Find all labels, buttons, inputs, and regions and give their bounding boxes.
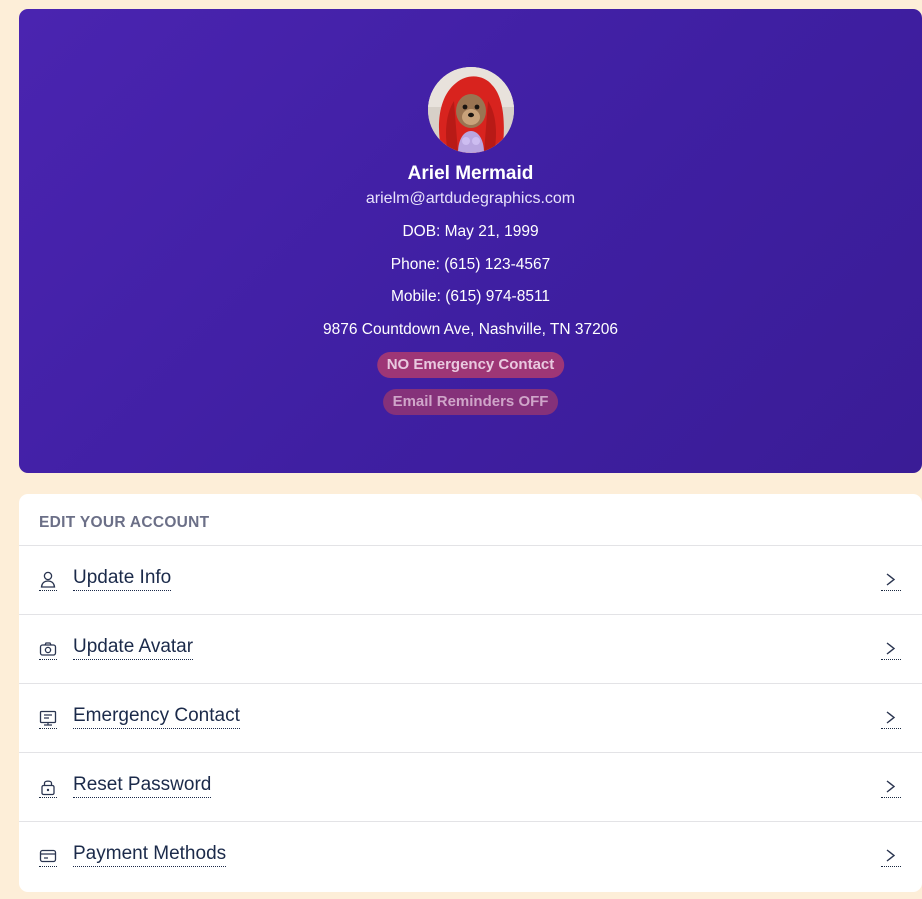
lock-icon — [39, 777, 57, 798]
section-title: EDIT YOUR ACCOUNT — [39, 514, 210, 531]
edit-account-card: EDIT YOUR ACCOUNT Update Info Update Ava… — [19, 494, 922, 892]
update-info-link[interactable]: Update Info — [73, 566, 172, 591]
email-reminders-badge: Email Reminders OFF — [382, 389, 559, 415]
profile-address: 9876 Countdown Ave, Nashville, TN 37206 — [323, 321, 618, 338]
chevron-right-icon — [881, 844, 901, 867]
emergency-contact-link[interactable]: Emergency Contact — [73, 704, 240, 729]
chevron-right-icon — [881, 775, 901, 798]
chevron-right-icon — [881, 706, 901, 729]
avatar-image — [428, 67, 514, 153]
avatar — [428, 67, 514, 153]
chevron-right-icon — [881, 568, 901, 591]
profile-card: Ariel Mermaid arielm@artdudegraphics.com… — [19, 9, 922, 473]
payment-methods-link[interactable]: Payment Methods — [73, 842, 227, 867]
update-info-row[interactable]: Update Info — [19, 545, 922, 614]
reset-password-row[interactable]: Reset Password — [19, 752, 922, 821]
emergency-contact-row[interactable]: Emergency Contact — [19, 683, 922, 752]
payment-methods-row[interactable]: Payment Methods — [19, 821, 922, 890]
camera-icon — [39, 639, 57, 660]
reset-password-link[interactable]: Reset Password — [73, 773, 212, 798]
emergency-contact-badge: NO Emergency Contact — [376, 352, 565, 378]
update-avatar-row[interactable]: Update Avatar — [19, 614, 922, 683]
chevron-right-icon — [881, 637, 901, 660]
profile-dob: DOB: May 21, 1999 — [402, 223, 539, 240]
profile-email: arielm@artdudegraphics.com — [365, 190, 576, 207]
profile-name: Ariel Mermaid — [407, 163, 534, 184]
profile-mobile: Mobile: (615) 974-8511 — [390, 288, 551, 305]
user-icon — [39, 570, 57, 591]
profile-phone: Phone: (615) 123-4567 — [390, 256, 551, 273]
update-avatar-link[interactable]: Update Avatar — [73, 635, 194, 660]
contact-icon — [39, 708, 57, 729]
credit-card-icon — [39, 846, 57, 867]
